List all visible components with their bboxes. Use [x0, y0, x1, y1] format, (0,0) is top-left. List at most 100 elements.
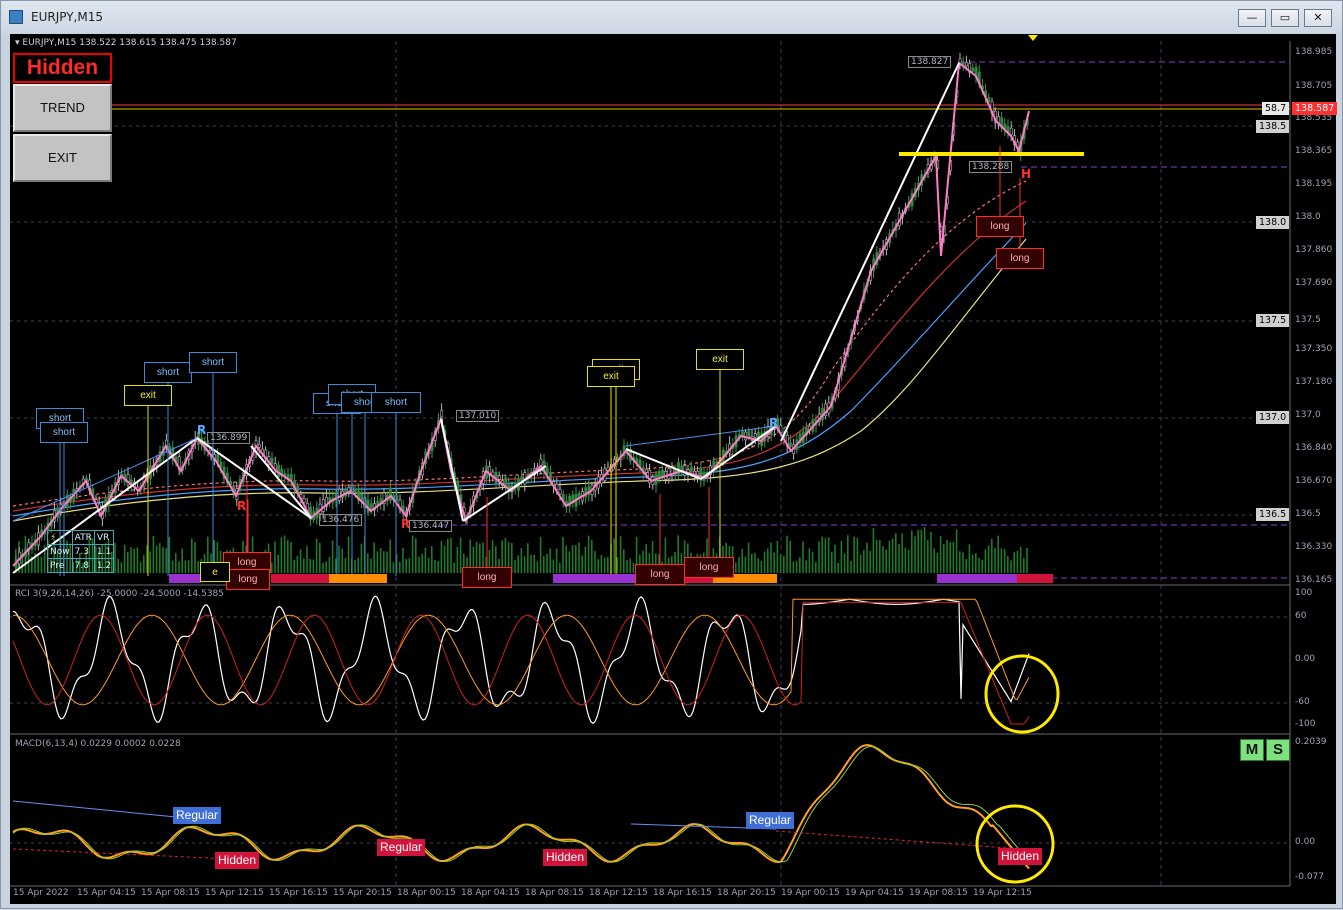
candle-body	[497, 475, 501, 480]
volume-bar	[786, 535, 788, 573]
volume-bar	[799, 557, 801, 573]
volume-bar	[1023, 558, 1025, 573]
volume-bar	[312, 559, 315, 573]
long-signal-box[interactable]: long	[684, 557, 734, 578]
volume-bar	[328, 557, 331, 573]
volume-bar	[917, 529, 919, 573]
volume-bar	[341, 548, 343, 573]
volume-bar	[165, 548, 167, 573]
exit-signal-box[interactable]: exit	[696, 349, 744, 370]
volume-bar	[546, 553, 548, 573]
volume-bar	[904, 547, 907, 573]
rci-axis-label: 60	[1295, 611, 1307, 621]
price-level-box: 138.5	[1256, 120, 1290, 133]
volume-bar	[539, 536, 542, 573]
short-signal-box[interactable]: short	[144, 362, 192, 383]
price-chart-svg[interactable]	[1, 1, 1343, 910]
short-signal-box[interactable]: short	[189, 352, 237, 373]
short-signal-box[interactable]: short	[371, 392, 421, 413]
swing-label: 136.476	[319, 514, 363, 526]
volume-bar	[379, 547, 382, 573]
session-bars	[169, 574, 1053, 583]
long-signal-box[interactable]: long	[635, 564, 685, 585]
volume-bar	[197, 561, 199, 573]
volume-bar	[882, 546, 884, 573]
trend-button[interactable]: TREND	[13, 84, 112, 132]
volume-bar	[879, 539, 881, 573]
volume-bar	[303, 558, 305, 573]
volume-bar	[581, 555, 583, 573]
volume-bar	[271, 562, 273, 573]
hidden-divergence-tag: Hidden	[543, 849, 588, 866]
volume-bar	[290, 542, 292, 573]
volume-bar	[565, 545, 567, 573]
candle-body	[257, 443, 261, 448]
long-signal-box[interactable]: long	[996, 248, 1044, 269]
long-signal-box[interactable]: long	[462, 567, 512, 588]
time-axis-label: 19 Apr 00:15	[781, 888, 840, 898]
volume-bar	[184, 560, 187, 573]
volume-bar	[155, 545, 158, 573]
volume-bar	[869, 551, 871, 573]
vr-header: VR	[93, 530, 115, 545]
volume-bar	[1000, 548, 1003, 573]
volume-bar	[386, 551, 388, 573]
exit-signal-box[interactable]: e	[200, 562, 230, 582]
time-axis-label: 19 Apr 12:15	[973, 888, 1032, 898]
volume-bar	[143, 555, 145, 573]
volume-bar	[127, 551, 129, 573]
price-axis-label: 137.350	[1295, 344, 1333, 354]
volume-bar	[584, 546, 587, 573]
volume-bar	[770, 542, 772, 573]
price-axis-label: 138.985	[1295, 47, 1333, 57]
time-axis-label: 15 Apr 12:15	[205, 888, 264, 898]
volume-bar	[888, 540, 891, 573]
m-button[interactable]: M	[1240, 739, 1264, 761]
volume-bar	[575, 545, 577, 573]
volume-bar	[552, 559, 555, 573]
volume-bar	[827, 537, 830, 573]
regular-divergence-tag: Regular	[746, 812, 795, 829]
rci-axis-label: 0.00	[1295, 654, 1316, 664]
volume-bar	[117, 558, 119, 573]
volume-bar	[411, 535, 414, 573]
time-axis-label: 15 Apr 04:15	[77, 888, 136, 898]
volume-bar	[1026, 548, 1028, 573]
volume-bar	[431, 546, 433, 573]
volume-bar	[530, 555, 532, 573]
volume-bar	[120, 562, 123, 573]
volume-bar	[776, 540, 779, 573]
price-axis-label: 136.840	[1295, 443, 1333, 453]
volume-bar	[760, 561, 763, 573]
short-signal-box[interactable]: short	[40, 422, 88, 443]
long-signal-box[interactable]: long	[976, 216, 1024, 237]
volume-bar	[603, 557, 606, 573]
exit-button[interactable]: EXIT	[13, 134, 112, 182]
time-axis-label: 19 Apr 04:15	[845, 888, 904, 898]
price-level-box: 137.0	[1256, 411, 1290, 424]
volume-bar	[149, 551, 151, 573]
reversal-marker: R	[197, 423, 207, 437]
candle-body	[645, 469, 648, 473]
time-axis-label: 15 Apr 08:15	[141, 888, 200, 898]
s-button[interactable]: S	[1266, 739, 1290, 761]
exit-signal-box[interactable]: exit	[124, 385, 172, 406]
exit-signal-box[interactable]: exit	[587, 366, 635, 387]
shift-marker-icon[interactable]	[1028, 35, 1038, 41]
volume-bar	[392, 562, 395, 573]
volume-bar	[965, 558, 967, 573]
volume-bar	[853, 536, 855, 573]
long-signal-box[interactable]: long	[226, 569, 270, 590]
volume-bar	[872, 527, 875, 573]
volume-bar	[946, 539, 948, 573]
volume-bar	[347, 536, 350, 573]
volume-bar	[783, 555, 785, 573]
volume-bar	[875, 539, 878, 573]
hidden-marker: H	[1021, 167, 1032, 181]
volume-bar	[936, 552, 939, 573]
candle-body	[747, 430, 751, 438]
volume-bar	[514, 559, 516, 573]
volume-bar	[178, 561, 180, 573]
volume-bar	[898, 544, 900, 573]
volume-bar	[843, 553, 846, 573]
